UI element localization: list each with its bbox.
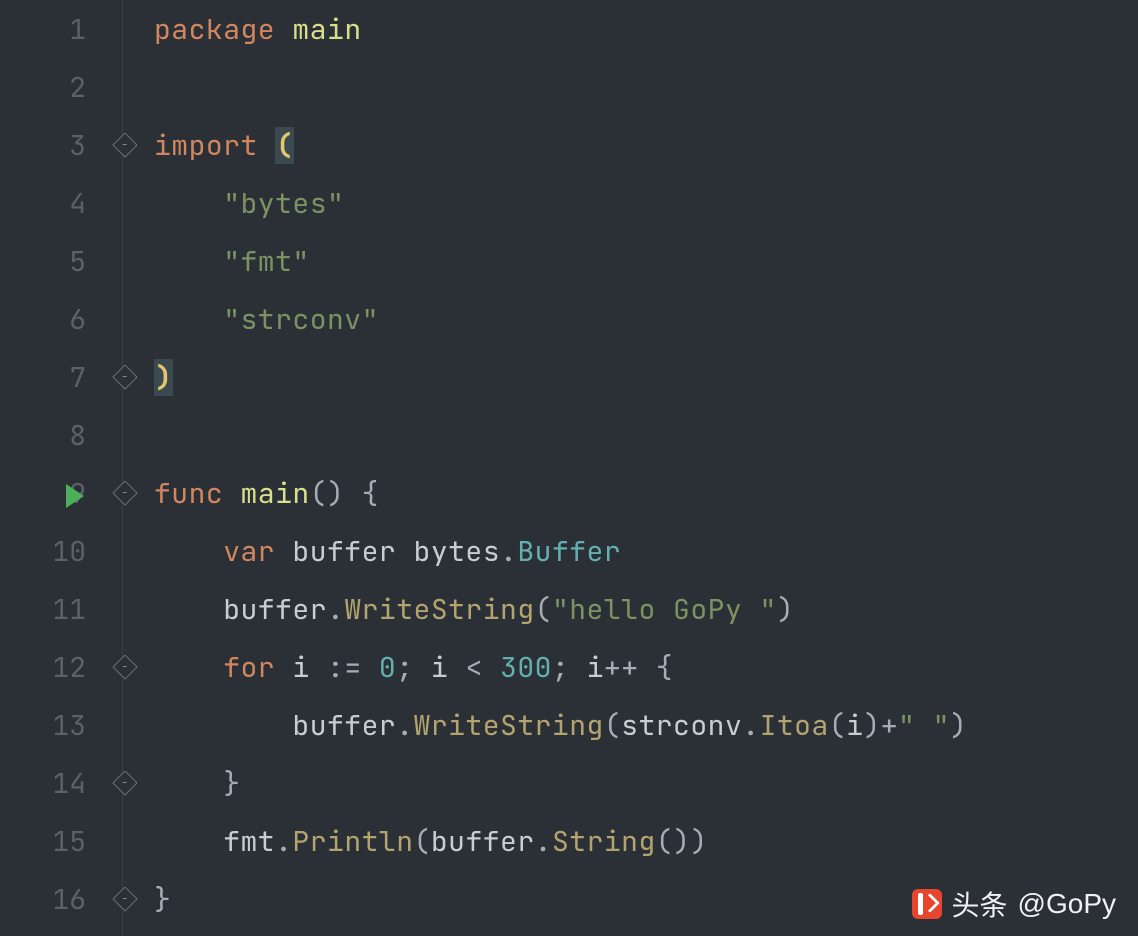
line-number: 2 [0,69,104,106]
code-line[interactable]: func main() { [154,464,1138,522]
gutter-row: 5 [0,232,104,290]
code-line[interactable]: fmt.Println(buffer.String()) [154,812,1138,870]
fold-cell [104,812,146,870]
line-number: 4 [0,185,104,222]
fold-open-icon[interactable]: − [112,132,137,157]
code-line[interactable]: var buffer bytes.Buffer [154,522,1138,580]
code-line[interactable]: } [154,754,1138,812]
code-line[interactable]: buffer.WriteString(strconv.Itoa(i)+" ") [154,696,1138,754]
code-text: var buffer bytes.Buffer [154,533,621,570]
gutter-row: 4 [0,174,104,232]
code-text: } [154,765,241,802]
code-text: package main [154,11,362,48]
line-number: 16 [0,881,104,918]
code-text: for i := 0; i < 300; i++ { [154,649,673,686]
gutter-row: 13 [0,696,104,754]
run-icon[interactable] [66,484,84,508]
fold-open-icon[interactable]: − [112,654,137,679]
gutter-row: 9 [0,464,104,522]
gutter-row: 10 [0,522,104,580]
fold-cell: − [104,464,146,522]
fold-close-icon[interactable]: − [112,770,137,795]
code-line[interactable]: buffer.WriteString("hello GoPy ") [154,580,1138,638]
line-number: 5 [0,243,104,280]
fold-column: − − − − − − [104,0,146,936]
fold-cell [104,696,146,754]
fold-cell [104,580,146,638]
watermark: 头条 @GoPy [912,884,1116,924]
code-line[interactable]: ) [154,348,1138,406]
code-line[interactable]: "bytes" [154,174,1138,232]
code-text: buffer.WriteString("hello GoPy ") [154,591,794,628]
fold-cell [104,232,146,290]
gutter-row: 2 [0,58,104,116]
code-text: fmt.Println(buffer.String()) [154,823,708,860]
code-text: func main() { [154,475,379,512]
code-text: buffer.WriteString(strconv.Itoa(i)+" ") [154,707,967,744]
fold-cell [104,290,146,348]
fold-cell [104,0,146,58]
fold-cell [104,522,146,580]
gutter-row: 7 [0,348,104,406]
fold-cell: − [104,754,146,812]
fold-cell: − [104,870,146,928]
gutter-row: 8 [0,406,104,464]
line-number: 6 [0,301,104,338]
line-number: 11 [0,591,104,628]
line-number: 12 [0,649,104,686]
code-line[interactable] [154,406,1138,464]
fold-cell: − [104,116,146,174]
fold-cell [104,58,146,116]
gutter-row: 6 [0,290,104,348]
gutter-row: 14 [0,754,104,812]
code-area[interactable]: package main import ( "bytes" "fmt" "strc… [146,0,1138,936]
fold-cell [104,174,146,232]
line-number-gutter: 12345678910111213141516 [0,0,104,936]
line-number: 8 [0,417,104,454]
fold-cell [104,406,146,464]
code-line[interactable]: package main [154,0,1138,58]
gutter-row: 3 [0,116,104,174]
watermark-prefix: 头条 [952,884,1008,924]
code-line[interactable] [154,58,1138,116]
line-number: 10 [0,533,104,570]
code-line[interactable]: import ( [154,116,1138,174]
line-number: 7 [0,359,104,396]
line-number: 3 [0,127,104,164]
fold-cell: − [104,348,146,406]
code-line[interactable]: for i := 0; i < 300; i++ { [154,638,1138,696]
code-line[interactable]: "strconv" [154,290,1138,348]
code-text: import ( [154,127,294,164]
code-editor[interactable]: 12345678910111213141516 −−−−−− package m… [0,0,1138,936]
fold-open-icon[interactable]: − [112,480,137,505]
gutter-row: 16 [0,870,104,928]
fold-cell: − [104,638,146,696]
code-text: "fmt" [154,243,310,280]
line-number: 15 [0,823,104,860]
line-number: 1 [0,11,104,48]
line-number: 13 [0,707,104,744]
gutter-row: 15 [0,812,104,870]
watermark-handle: @GoPy [1018,888,1116,920]
line-number: 14 [0,765,104,802]
fold-close-icon[interactable]: − [112,364,137,389]
code-text: "strconv" [154,301,379,338]
toutiao-icon [912,889,942,919]
gutter-row: 12 [0,638,104,696]
gutter-row: 1 [0,0,104,58]
code-text: ) [154,359,173,396]
code-line[interactable]: "fmt" [154,232,1138,290]
fold-close-icon[interactable]: − [112,886,137,911]
gutter-row: 11 [0,580,104,638]
code-text: } [154,881,171,918]
code-text: "bytes" [154,185,344,222]
line-number: 9 [0,475,104,512]
